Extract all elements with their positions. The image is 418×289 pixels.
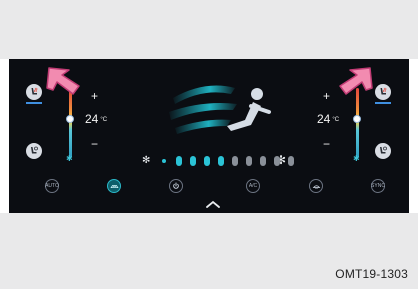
fan-speed-dot [176,156,182,166]
defrost-button[interactable] [309,179,323,193]
seat-heat-icon [31,87,38,95]
right-seat-heat-button[interactable] [375,84,391,100]
fan-speed-dot [274,156,280,166]
right-temp-display: 24 °C [317,112,340,126]
power-button[interactable] [169,179,183,193]
fan-speed-dot [246,156,252,166]
top-margin [0,0,418,59]
left-temp-scale[interactable] [69,88,72,158]
fan-speed-dot [190,156,196,166]
right-temp-knob[interactable] [353,115,361,123]
left-temp-display: 24 °C [85,112,108,126]
left-temp-minus[interactable]: − [91,137,98,151]
defrost-icon [312,184,320,189]
left-seat-vent-button[interactable] [26,143,42,159]
right-seat-vent-button[interactable] [375,143,391,159]
right-temp-minus[interactable]: − [323,137,330,151]
left-temp-knob[interactable] [66,115,74,123]
left-cool-icon: ✱ [66,154,73,163]
right-pointer-arrow [339,67,373,95]
right-seat-heat-level [375,102,391,104]
fan-low-icon: ✻ [142,155,151,166]
fan-speed-dot [232,156,238,166]
recirculation-button[interactable] [107,179,121,193]
auto-button[interactable]: AUTO [45,179,59,193]
recirculation-icon [109,184,119,188]
fan-speed-dot [218,156,224,166]
airflow-person-illustration [169,85,271,134]
sync-button[interactable]: SYNC [371,179,385,193]
fan-speed-dot [288,156,294,166]
fan-speed-dot [204,156,210,166]
left-seat-heat-button[interactable] [26,84,42,100]
fan-speed-dot [162,159,166,163]
ac-button[interactable]: A/C [246,179,260,193]
seat-heat-icon [380,87,387,95]
figure-code: OMT19-1303 [335,267,408,281]
left-temp-plus[interactable]: + [91,89,98,103]
chevron-up-icon[interactable] [205,200,221,208]
seat-vent-icon [380,146,387,154]
right-cool-icon: ✱ [353,154,360,163]
right-temp-scale[interactable] [356,88,359,158]
seat-vent-icon [31,146,38,154]
fan-speed-dot [260,156,266,166]
power-icon [173,182,179,189]
left-pointer-arrow [46,67,80,95]
right-temp-plus[interactable]: + [323,89,330,103]
left-seat-heat-level [26,102,42,104]
